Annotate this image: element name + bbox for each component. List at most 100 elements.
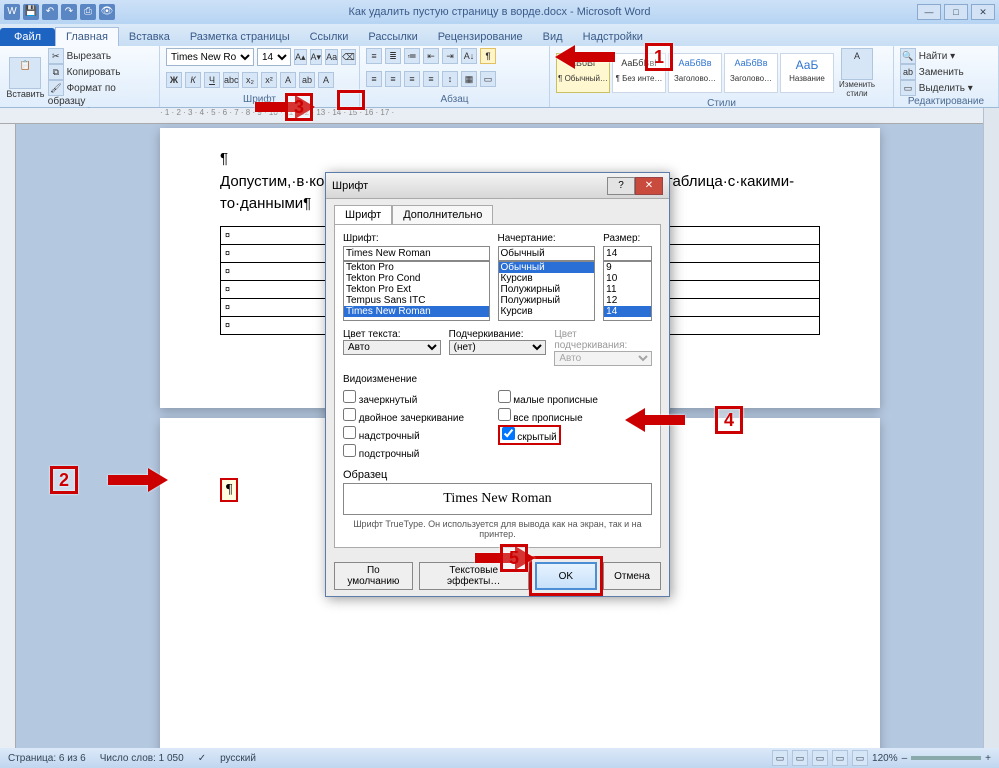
style-heading2[interactable]: АаБбВвЗаголово… [724, 53, 778, 93]
annotation-1: 1 [555, 42, 673, 72]
bold-icon[interactable]: Ж [166, 72, 182, 88]
text-effects-icon[interactable]: A [280, 72, 296, 88]
zoom-in-button[interactable]: + [985, 753, 991, 764]
view-draft-icon[interactable]: ▭ [852, 750, 868, 766]
copy-button[interactable]: ⧉ Копировать [48, 64, 153, 80]
color-select[interactable]: Авто [343, 340, 441, 355]
brush-icon: 🖌 [48, 80, 64, 96]
style-heading1[interactable]: АаБбВвЗаголово… [668, 53, 722, 93]
zoom-level[interactable]: 120% [872, 753, 898, 764]
align-right-icon[interactable]: ≡ [404, 71, 420, 87]
dialog-body: Шрифт: Tekton ProTekton Pro CondTekton P… [334, 224, 661, 548]
bullets-icon[interactable]: ≡ [366, 48, 382, 64]
format-painter-button[interactable]: 🖌 Формат по образцу [48, 80, 153, 107]
strike-checkbox[interactable]: зачеркнутый [343, 389, 498, 407]
dstrike-checkbox[interactable]: двойное зачеркивание [343, 407, 498, 425]
horizontal-ruler[interactable]: · 1 · 2 · 3 · 4 · 5 · 6 · 7 · 8 · 9 · 10… [0, 108, 999, 124]
style-list[interactable]: ОбычныйКурсивПолужирныйПолужирный Курсив [498, 261, 596, 321]
view-outline-icon[interactable]: ▭ [832, 750, 848, 766]
numbering-icon[interactable]: ≣ [385, 48, 401, 64]
sample-label: Образец [343, 469, 652, 481]
review-tab[interactable]: Рецензирование [428, 28, 533, 46]
align-left-icon[interactable]: ≡ [366, 71, 382, 87]
view-web-icon[interactable]: ▭ [812, 750, 828, 766]
advanced-tab[interactable]: Дополнительно [392, 205, 493, 224]
grow-font-icon[interactable]: A▴ [294, 49, 307, 65]
replace-button[interactable]: ab Заменить [900, 64, 992, 80]
style-title[interactable]: АаБНазвание [780, 53, 834, 93]
undo-icon[interactable]: ↶ [42, 4, 58, 20]
language-status[interactable]: русский [220, 753, 256, 764]
italic-icon[interactable]: К [185, 72, 201, 88]
redo-icon[interactable]: ↷ [61, 4, 77, 20]
dialog-titlebar[interactable]: Шрифт ? ✕ [326, 173, 669, 199]
word-count[interactable]: Число слов: 1 050 [100, 753, 184, 764]
view-read-icon[interactable]: ▭ [792, 750, 808, 766]
editing-label: Редактирование [900, 96, 992, 107]
layout-tab[interactable]: Разметка страницы [180, 28, 300, 46]
vertical-scrollbar[interactable] [983, 108, 999, 748]
style-input[interactable] [498, 246, 596, 261]
references-tab[interactable]: Ссылки [300, 28, 359, 46]
print-icon[interactable]: ⎙ [80, 4, 96, 20]
sort-icon[interactable]: A↓ [461, 48, 477, 64]
line-spacing-icon[interactable]: ↕ [442, 71, 458, 87]
show-hide-pilcrow-icon[interactable]: ¶ [480, 48, 496, 64]
superscript-icon[interactable]: x² [261, 72, 277, 88]
word-icon: W [4, 4, 20, 20]
decrease-indent-icon[interactable]: ⇤ [423, 48, 439, 64]
clear-formatting-icon[interactable]: ⌫ [341, 49, 356, 65]
font-list[interactable]: Tekton ProTekton Pro CondTekton Pro ExtT… [343, 261, 490, 321]
shrink-font-icon[interactable]: A▾ [310, 49, 323, 65]
zoom-slider[interactable] [911, 756, 981, 760]
underline-icon[interactable]: Ч [204, 72, 220, 88]
page-status[interactable]: Страница: 6 из 6 [8, 753, 86, 764]
underline-select[interactable]: (нет) [449, 340, 547, 355]
highlight-icon[interactable]: ab [299, 72, 315, 88]
minimize-button[interactable]: — [917, 4, 941, 20]
sub-checkbox[interactable]: подстрочный [343, 443, 498, 461]
ok-button[interactable]: OK [535, 562, 597, 590]
view-print-icon[interactable]: ▭ [772, 750, 788, 766]
font-input[interactable] [343, 246, 490, 261]
maximize-button[interactable]: □ [944, 4, 968, 20]
font-name-select[interactable]: Times New Ro [166, 48, 254, 66]
multilevel-icon[interactable]: ≔ [404, 48, 420, 64]
insert-tab[interactable]: Вставка [119, 28, 180, 46]
file-tab[interactable]: Файл [0, 28, 55, 46]
vertical-ruler[interactable] [0, 124, 16, 748]
dialog-close-button[interactable]: ✕ [635, 177, 663, 195]
borders-icon[interactable]: ▭ [480, 71, 496, 87]
align-center-icon[interactable]: ≡ [385, 71, 401, 87]
hidden-checkbox[interactable]: скрытый [498, 425, 561, 445]
strikethrough-icon[interactable]: abc [223, 72, 239, 88]
font-color-icon[interactable]: A [318, 72, 334, 88]
justify-icon[interactable]: ≡ [423, 71, 439, 87]
cut-button[interactable]: ✂ Вырезать [48, 48, 153, 64]
cancel-button[interactable]: Отмена [603, 562, 661, 590]
save-icon[interactable]: 💾 [23, 4, 39, 20]
zoom-out-button[interactable]: – [902, 753, 908, 764]
default-button[interactable]: По умолчанию [334, 562, 413, 590]
effects-group: Видоизменение зачеркнутый двойное зачерк… [343, 374, 652, 461]
super-checkbox[interactable]: надстрочный [343, 425, 498, 443]
home-tab[interactable]: Главная [55, 27, 119, 46]
font-tab[interactable]: Шрифт [334, 205, 392, 224]
selected-pilcrow[interactable]: ¶ [220, 478, 238, 502]
increase-indent-icon[interactable]: ⇥ [442, 48, 458, 64]
spell-check-icon[interactable]: ✓ [198, 753, 206, 764]
font-size-select[interactable]: 14 [257, 48, 291, 66]
subscript-icon[interactable]: x₂ [242, 72, 258, 88]
size-list[interactable]: 910111214 [603, 261, 652, 321]
change-styles-button[interactable]: AИзменить стили [836, 48, 878, 98]
change-case-icon[interactable]: Aa [325, 49, 338, 65]
shading-icon[interactable]: ▦ [461, 71, 477, 87]
mailings-tab[interactable]: Рассылки [358, 28, 427, 46]
select-button[interactable]: ▭ Выделить ▾ [900, 80, 992, 96]
size-input[interactable] [603, 246, 652, 261]
close-button[interactable]: ✕ [971, 4, 995, 20]
dialog-help-button[interactable]: ? [607, 177, 635, 195]
preview-icon[interactable]: 👁 [99, 4, 115, 20]
find-button[interactable]: 🔍 Найти ▾ [900, 48, 992, 64]
paste-icon[interactable]: 📋 [9, 57, 41, 89]
